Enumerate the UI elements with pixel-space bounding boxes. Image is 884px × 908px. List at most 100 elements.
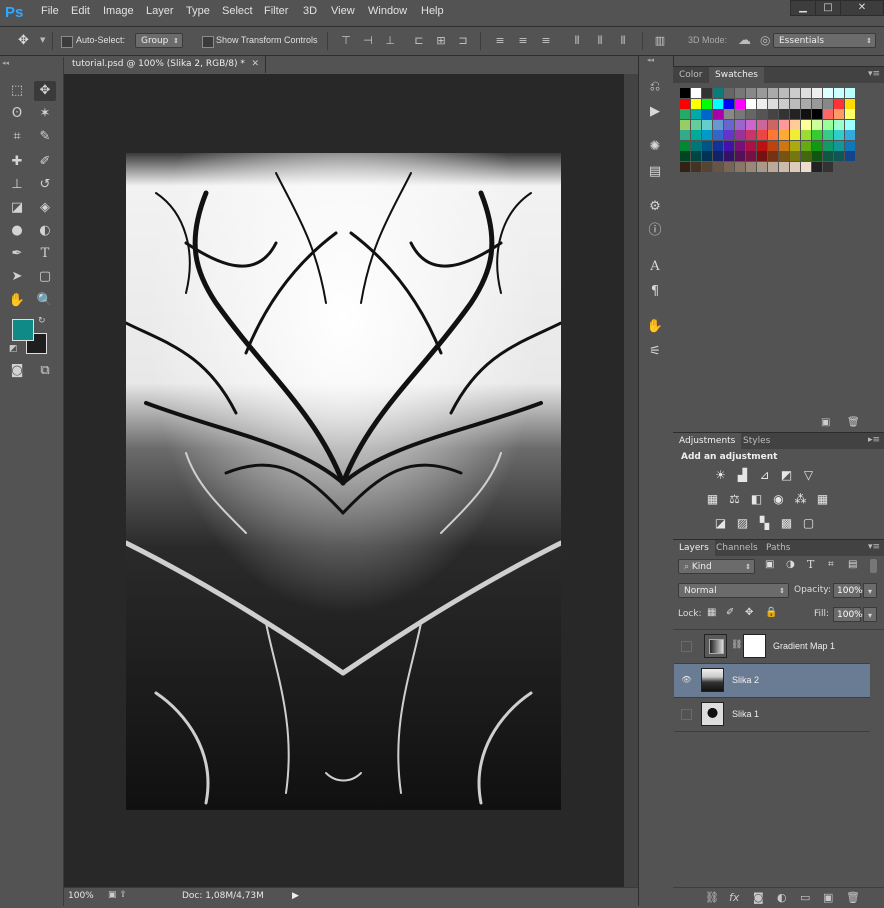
transform-controls-checkbox[interactable] <box>202 36 214 48</box>
swatch[interactable] <box>823 119 833 130</box>
tab-layers[interactable]: Layers <box>673 540 715 556</box>
swatch[interactable] <box>691 119 701 130</box>
swatch[interactable] <box>724 161 734 172</box>
align-top-icon[interactable]: ⊤ <box>340 35 352 47</box>
swatch[interactable] <box>779 109 789 119</box>
swatch[interactable] <box>713 109 723 119</box>
eraser-tool-icon[interactable]: ◪ <box>6 198 28 218</box>
swatch[interactable] <box>779 161 789 172</box>
swatch[interactable] <box>680 151 690 161</box>
menu-edit[interactable]: Edit <box>71 5 90 17</box>
swatch[interactable] <box>713 88 723 98</box>
menu-type[interactable]: Type <box>186 5 210 17</box>
swatch[interactable] <box>691 161 701 172</box>
brightness-contrast-icon[interactable]: ☀ <box>713 469 728 482</box>
swatch[interactable] <box>757 88 767 98</box>
posterize-icon[interactable]: ▨ <box>735 517 750 530</box>
black-white-icon[interactable]: ◧ <box>749 493 764 506</box>
auto-select-dropdown[interactable]: Group ⇕ <box>135 33 183 48</box>
swatch[interactable] <box>702 140 712 151</box>
distribute-bottom-icon[interactable]: ≡ <box>540 35 552 47</box>
lock-pixels-icon[interactable]: ✐ <box>726 607 734 618</box>
swatch[interactable] <box>735 98 745 109</box>
swatch[interactable] <box>724 119 734 130</box>
brush-tool-icon[interactable]: ✐ <box>34 152 56 172</box>
swatch[interactable] <box>768 119 778 130</box>
swatch[interactable] <box>801 109 811 119</box>
panel-menu-icon[interactable]: ▸≡ <box>868 435 880 445</box>
filter-toggle[interactable] <box>870 559 877 573</box>
menu-window[interactable]: Window <box>368 5 407 17</box>
swatch[interactable] <box>691 140 701 151</box>
auto-select-checkbox[interactable] <box>61 36 73 48</box>
swatch[interactable] <box>691 98 701 109</box>
blend-mode-dropdown[interactable]: Normal ⇕ <box>678 583 789 598</box>
panel-menu-icon[interactable]: ▾≡ <box>868 542 880 552</box>
swatch[interactable] <box>680 130 690 140</box>
swatch[interactable] <box>702 119 712 130</box>
3d-orbit-icon[interactable]: ☁ <box>738 33 751 48</box>
swatch[interactable] <box>779 151 789 161</box>
visibility-toggle[interactable] <box>681 641 692 652</box>
swatch[interactable] <box>680 98 690 109</box>
collapse-icon[interactable]: ◂◂ <box>2 59 9 67</box>
swatch[interactable] <box>790 151 800 161</box>
swatch[interactable] <box>746 88 756 98</box>
swatch[interactable] <box>702 161 712 172</box>
visibility-toggle[interactable] <box>681 709 692 720</box>
swatch[interactable] <box>768 130 778 140</box>
delete-layer-icon[interactable]: 🗑 <box>846 891 860 904</box>
new-group-icon[interactable]: ▭ <box>800 891 810 904</box>
swatch[interactable] <box>834 140 844 151</box>
swatch[interactable] <box>713 161 723 172</box>
menu-3d[interactable]: 3D <box>303 5 317 17</box>
swatch[interactable] <box>680 109 690 119</box>
swatch[interactable] <box>845 98 855 109</box>
pen-tool-icon[interactable]: ✒ <box>6 244 28 264</box>
align-bottom-icon[interactable]: ⊥ <box>384 35 396 47</box>
swatch[interactable] <box>702 88 712 98</box>
menu-image[interactable]: Image <box>103 5 134 17</box>
swatch[interactable] <box>691 130 701 140</box>
swatch[interactable] <box>757 161 767 172</box>
fill-slider-button[interactable]: ▾ <box>863 607 877 622</box>
swatch[interactable] <box>790 88 800 98</box>
swatch[interactable] <box>746 161 756 172</box>
lock-transparent-icon[interactable]: ▦ <box>707 607 716 618</box>
channel-mixer-icon[interactable]: ⁂ <box>793 493 808 506</box>
swatch[interactable] <box>713 140 723 151</box>
character-panel-icon[interactable]: A <box>645 258 665 276</box>
swatch[interactable] <box>779 98 789 109</box>
swatch[interactable] <box>702 109 712 119</box>
color-lookup-icon[interactable]: ▦ <box>815 493 830 506</box>
swatch[interactable] <box>746 130 756 140</box>
swatch[interactable] <box>680 161 690 172</box>
tab-swatches[interactable]: Swatches <box>709 67 764 83</box>
lock-all-icon[interactable]: 🔒 <box>765 607 777 618</box>
filter-shape-icon[interactable]: ⌗ <box>828 559 834 570</box>
swatch[interactable] <box>746 140 756 151</box>
swatch[interactable] <box>713 119 723 130</box>
foreground-color-swatch[interactable] <box>12 319 34 341</box>
photo-filter-icon[interactable]: ◉ <box>771 493 786 506</box>
opacity-input[interactable]: 100% <box>833 583 863 598</box>
swatch[interactable] <box>702 130 712 140</box>
healing-brush-icon[interactable]: ✚ <box>6 152 28 172</box>
layer-mask-thumbnail[interactable] <box>743 634 766 658</box>
shape-tool-icon[interactable]: ▢ <box>34 267 56 287</box>
swatch[interactable] <box>823 161 833 172</box>
menu-layer[interactable]: Layer <box>146 5 174 17</box>
link-layers-icon[interactable]: ⛓ <box>705 891 719 904</box>
align-hcenter-icon[interactable]: ⊞ <box>435 35 447 47</box>
filter-pixel-icon[interactable]: ▣ <box>765 559 774 570</box>
document-tab[interactable]: tutorial.psd @ 100% (Slika 2, RGB/8) * ✕ <box>64 56 266 73</box>
clone-stamp-icon[interactable]: ⊥ <box>6 175 28 195</box>
swatch[interactable] <box>801 119 811 130</box>
close-button[interactable]: ✕ <box>840 0 884 16</box>
distribute-left-icon[interactable]: ⦀ <box>571 35 583 47</box>
filter-smart-object-icon[interactable]: ▤ <box>848 559 857 570</box>
chain-link-icon[interactable]: ⛓ <box>731 640 742 650</box>
swatch[interactable] <box>834 119 844 130</box>
swatch[interactable] <box>812 109 822 119</box>
fill-input[interactable]: 100% <box>833 607 863 622</box>
